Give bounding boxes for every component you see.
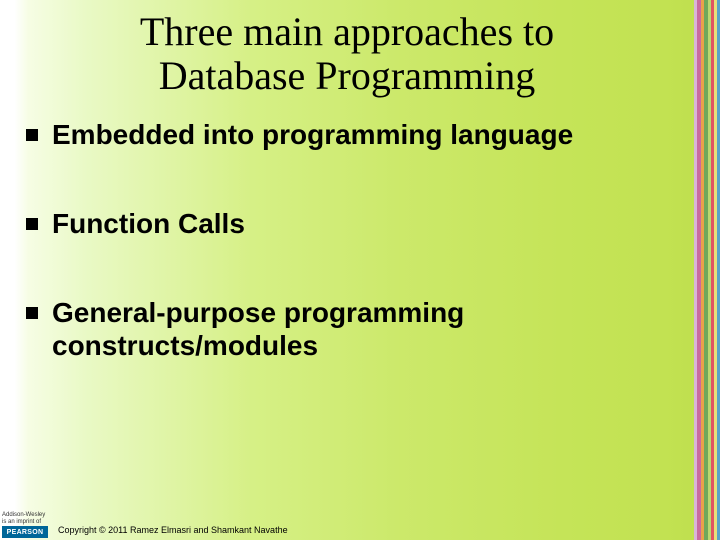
pearson-logo: PEARSON bbox=[2, 526, 48, 538]
square-bullet-icon bbox=[26, 307, 38, 319]
decorative-stripes bbox=[694, 0, 720, 540]
slide: Three main approaches to Database Progra… bbox=[0, 0, 720, 540]
publisher-logo-block: Addison-Wesley is an imprint of PEARSON bbox=[2, 512, 52, 538]
square-bullet-icon bbox=[26, 129, 38, 141]
copyright-text: Copyright © 2011 Ramez Elmasri and Shamk… bbox=[58, 525, 288, 535]
list-item: Embedded into programming language bbox=[26, 118, 686, 151]
bullet-text: Function Calls bbox=[52, 207, 245, 240]
slide-body: Embedded into programming language Funct… bbox=[26, 118, 686, 418]
bullet-text: General-purpose programming constructs/m… bbox=[52, 296, 686, 362]
list-item: Function Calls bbox=[26, 207, 686, 240]
publisher-small-text: Addison-Wesley is an imprint of bbox=[2, 512, 52, 525]
slide-title: Three main approaches to Database Progra… bbox=[0, 10, 694, 98]
list-item: General-purpose programming constructs/m… bbox=[26, 296, 686, 362]
title-line-1: Three main approaches to bbox=[140, 9, 554, 54]
title-line-2: Database Programming bbox=[159, 53, 536, 98]
footer: Addison-Wesley is an imprint of PEARSON … bbox=[0, 504, 720, 540]
bullet-text: Embedded into programming language bbox=[52, 118, 573, 151]
square-bullet-icon bbox=[26, 218, 38, 230]
